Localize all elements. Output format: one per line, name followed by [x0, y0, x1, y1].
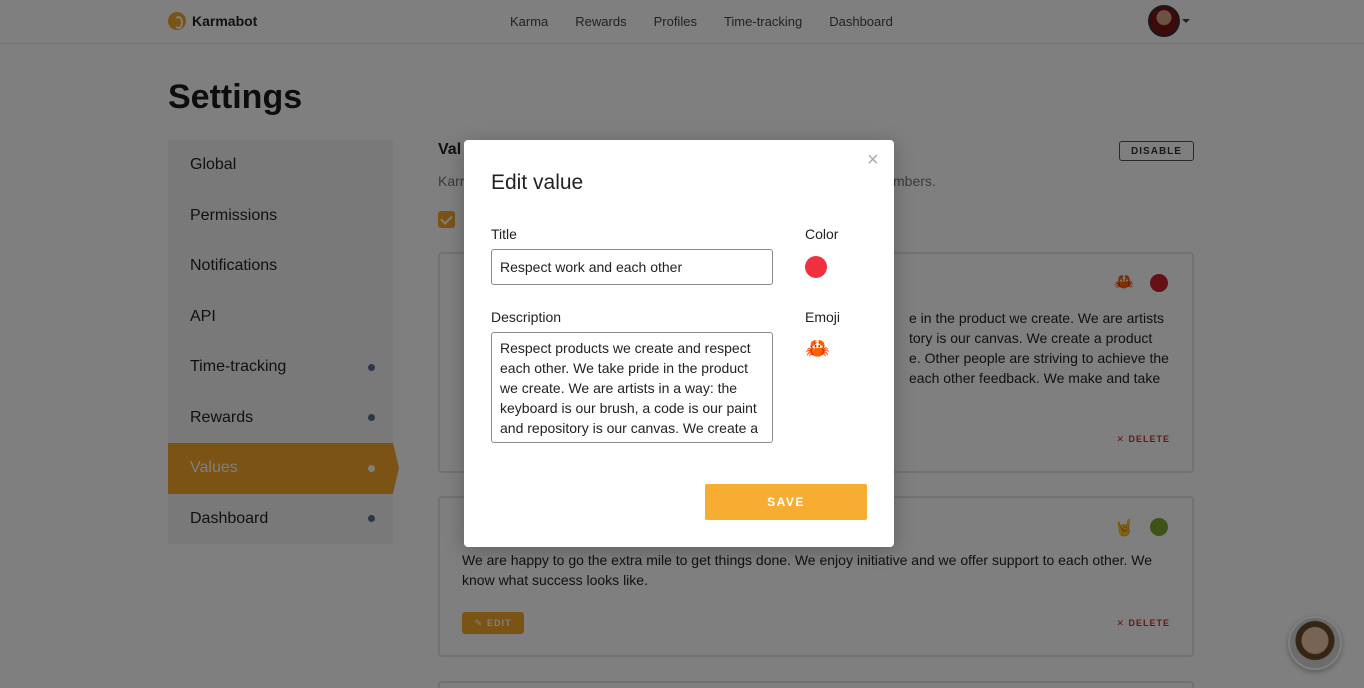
edit-value-modal: × Edit value Title Color Description Res… [464, 140, 894, 547]
description-textarea[interactable]: Respect products we create and respect e… [491, 332, 773, 443]
title-label: Title [491, 226, 517, 242]
color-label: Color [805, 226, 839, 242]
description-label: Description [491, 309, 562, 325]
emoji-picker[interactable]: 🦀 [805, 336, 830, 361]
title-input[interactable] [491, 249, 773, 285]
emoji-label: Emoji [805, 309, 841, 325]
color-picker[interactable] [805, 256, 827, 278]
save-button[interactable]: SAVE [705, 484, 867, 520]
modal-title: Edit value [491, 171, 584, 194]
close-icon[interactable]: × [867, 150, 879, 170]
